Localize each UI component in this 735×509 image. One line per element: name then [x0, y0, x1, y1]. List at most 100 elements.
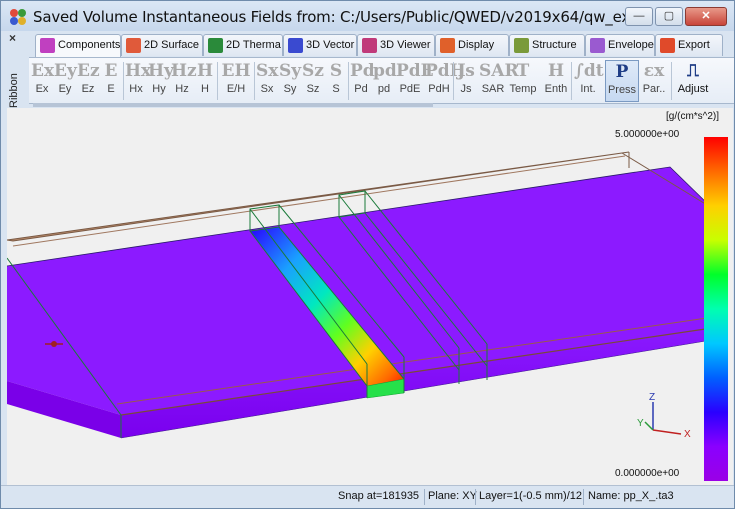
ribbon-button-pdh[interactable]: PdH PdH: [425, 60, 466, 102]
field-pd-icon: Pd: [350, 61, 375, 81]
ribbon-button-label: Enth: [544, 83, 568, 95]
field-sx-icon: Sx: [256, 61, 279, 81]
field-enth-icon: H: [547, 61, 565, 81]
title-bar[interactable]: Saved Volume Instantaneous Fields from: …: [1, 1, 734, 31]
close-button[interactable]: ✕: [685, 7, 727, 26]
envelope-icon: [590, 38, 605, 53]
tab-display[interactable]: Display: [435, 34, 509, 56]
ribbon-button-label: Sz: [306, 83, 320, 95]
field-hz-icon: Hz: [171, 61, 197, 81]
field-e-h-icon: EH: [221, 61, 251, 81]
tab-3d-viewer[interactable]: 3D Viewer: [357, 34, 435, 56]
status-layer: Layer=1(-0.5 mm)/12: [479, 490, 583, 502]
tab-export[interactable]: Export: [655, 34, 723, 56]
ribbon-button-e[interactable]: EE: [100, 60, 122, 102]
minimize-button[interactable]: —: [625, 7, 653, 26]
ribbon-button-label: Hz: [175, 83, 189, 95]
viewer-icon: [362, 38, 377, 53]
ribbon-button-s[interactable]: SS: [325, 60, 347, 102]
display-icon: [440, 38, 455, 53]
field-hy-icon: Hy: [148, 61, 174, 81]
ribbon-close-button[interactable]: ×: [9, 31, 16, 45]
field-s-icon: S: [329, 61, 343, 81]
export-icon: [660, 38, 675, 53]
ribbon-button-ey[interactable]: Ey Ey: [54, 60, 77, 102]
tab-3d-vector[interactable]: 3D Vector: [283, 34, 357, 56]
field-e-icon: E: [104, 61, 118, 81]
tab-envelope[interactable]: Envelope: [585, 34, 655, 56]
field-adjust-icon: ⎍: [687, 61, 699, 81]
ribbon-button-par-[interactable]: εx Par..: [637, 60, 671, 102]
ribbon-button-int-[interactable]: ∫dt Int.: [574, 60, 604, 102]
thermal-icon: [208, 38, 223, 53]
3d-viewport[interactable]: Z X Y [g/(cm*s^2)] 5.000000e+00 0.000000…: [7, 108, 733, 485]
ribbon-button-hy[interactable]: Hy Hy: [148, 60, 174, 102]
ribbon-button-label: Pd: [354, 83, 368, 95]
ribbon-button-label: Hx: [129, 83, 143, 95]
ribbon-button-adjust[interactable]: ⎍ Adjust: [673, 60, 713, 102]
ribbon-scrollbar[interactable]: [33, 103, 433, 107]
tab-label: Envelope: [608, 39, 654, 51]
tab-label: Export: [678, 39, 710, 51]
ribbon-button-h[interactable]: HH: [194, 60, 216, 102]
ribbon-button-label: Temp: [509, 83, 537, 95]
ribbon-button-sz[interactable]: Sz Sz: [302, 60, 324, 102]
ribbon-button-ex[interactable]: Ex Ex: [31, 60, 54, 102]
field-hx-icon: Hx: [125, 61, 152, 81]
axis-label-z: Z: [649, 392, 655, 403]
tab-label: Components: [58, 39, 121, 51]
ribbon-toolbar: Ex Ex Ey Ey Ez Ez E E Hx Hx Hy Hy Hz Hz H H EH E/H Sx Sx Sy S…: [29, 57, 734, 104]
ribbon-button-label: Adjust: [677, 83, 709, 95]
ribbon-separator: [254, 62, 255, 100]
ribbon-button-temp[interactable]: T Temp: [507, 60, 539, 102]
ribbon-button-enth[interactable]: H Enth: [541, 60, 571, 102]
ribbon-separator: [453, 62, 454, 100]
field-js-icon: Js: [457, 61, 475, 81]
ribbon-button-hz[interactable]: Hz Hz: [171, 60, 197, 102]
ribbon-button-ez[interactable]: Ez Ez: [77, 60, 100, 102]
ribbon-button-label: E/H: [226, 83, 246, 95]
tab-components[interactable]: Components: [35, 34, 121, 57]
app-window: Saved Volume Instantaneous Fields from: …: [0, 0, 735, 509]
ribbon-side-text: Ribbon: [8, 73, 20, 108]
ribbon-button-label: Hy: [152, 83, 166, 95]
ribbon-button-pde[interactable]: PdE PdE: [396, 60, 434, 102]
tab-structure[interactable]: Structure: [509, 34, 585, 56]
ribbon-button-label: pd: [377, 83, 391, 95]
tab-2d-therma[interactable]: 2D Therma: [203, 34, 283, 56]
field-pdh-icon: PdH: [425, 61, 466, 81]
tab-2d-surface[interactable]: 2D Surface: [121, 34, 203, 56]
tab-label: 3D Vector: [306, 39, 355, 51]
ribbon-side-label[interactable]: Ribbon: [4, 68, 24, 108]
axis-label-x: X: [684, 429, 691, 440]
ribbon-button-label: H: [201, 83, 209, 95]
field-scene[interactable]: Z X Y: [7, 108, 733, 485]
field-int--icon: ∫dt: [574, 61, 604, 81]
colorbar: [704, 137, 728, 481]
ribbon-tabs: Components 2D Surface 2D Therma 3D Vector 3D…: [35, 34, 735, 57]
maximize-button[interactable]: ▢: [655, 7, 683, 26]
field-temp-icon: T: [516, 61, 530, 81]
ribbon-button-label: E: [107, 83, 115, 95]
field-h-icon: H: [196, 61, 214, 81]
field-ey-icon: Ey: [54, 61, 77, 81]
status-bar: Snap at=181935 Plane: XY Layer=1(-0.5 mm…: [1, 485, 734, 508]
ribbon-button-sx[interactable]: Sx Sx: [256, 60, 278, 102]
ribbon-separator: [348, 62, 349, 100]
tab-label: 3D Viewer: [380, 39, 431, 51]
field-sar-icon: SAR: [479, 61, 519, 81]
ribbon-button-e-h[interactable]: EH E/H: [219, 60, 253, 102]
ribbon-button-press[interactable]: P Press: [605, 60, 639, 102]
ribbon-button-hx[interactable]: Hx Hx: [125, 60, 152, 102]
ribbon-button-js[interactable]: Js Js: [455, 60, 477, 102]
colorbar-min-label: 0.000000e+00: [615, 468, 680, 479]
ribbon-button-sy[interactable]: Sy Sy: [279, 60, 301, 102]
ribbon-button-label: Press: [607, 84, 637, 96]
ribbon-separator: [671, 62, 672, 100]
ribbon-button-pd[interactable]: Pd Pd: [350, 60, 375, 102]
status-name: Name: pp_X_.ta3: [588, 490, 674, 502]
ribbon-button-label: Sy: [283, 83, 297, 95]
ribbon-button-sar[interactable]: SAR SAR: [479, 60, 519, 102]
axis-label-y: Y: [637, 418, 644, 429]
ribbon-button-pd[interactable]: pd pd: [373, 60, 397, 102]
